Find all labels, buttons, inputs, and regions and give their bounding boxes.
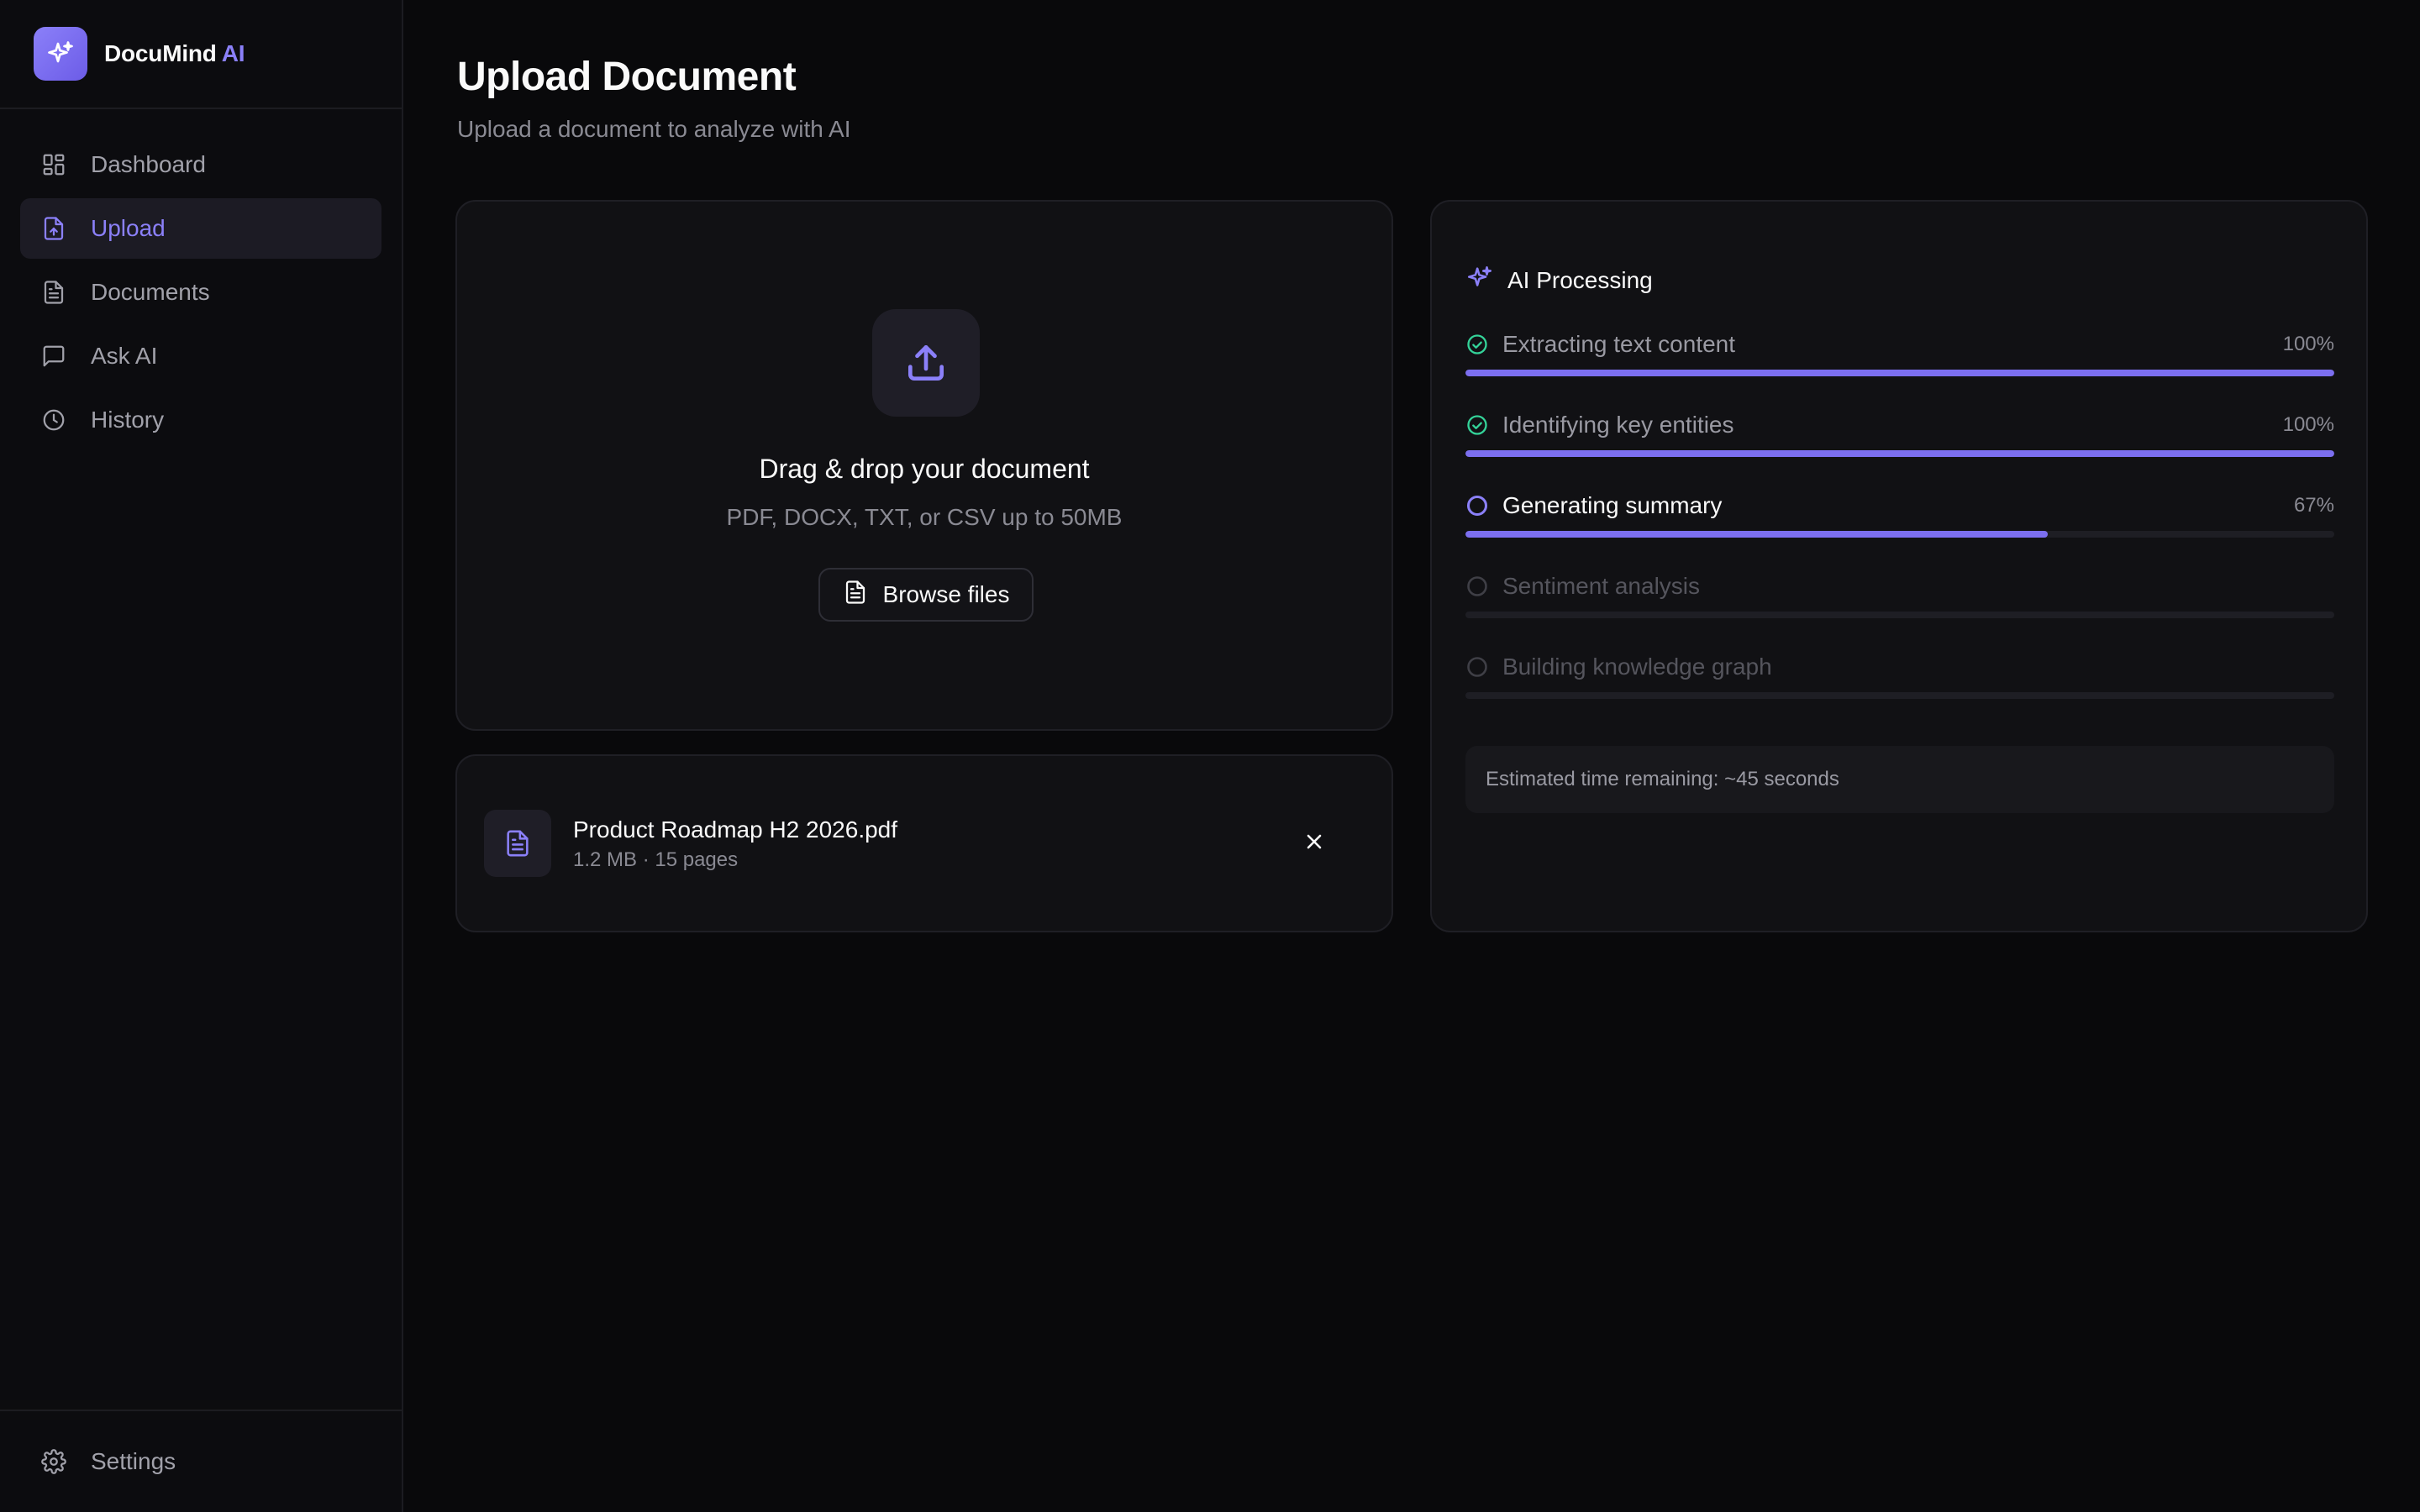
sidebar-item-label: Ask AI xyxy=(91,343,158,369)
progress-bar xyxy=(1465,450,2334,457)
eta-text: Estimated time remaining: ~45 seconds xyxy=(1465,746,2334,813)
dashboard-icon xyxy=(40,151,67,178)
in-progress-circle-icon xyxy=(1465,494,1489,517)
pending-circle-icon xyxy=(1465,655,1489,679)
progress-bar xyxy=(1465,612,2334,618)
dropzone-subtitle: PDF, DOCX, TXT, or CSV up to 50MB xyxy=(726,504,1123,530)
selected-file-card: Product Roadmap H2 2026.pdf 1.2 MB · 15 … xyxy=(455,754,1393,932)
sidebar-footer: Settings xyxy=(0,1410,402,1495)
sidebar-item-upload[interactable]: Upload xyxy=(20,198,381,259)
sidebar-item-ask-ai[interactable]: Ask AI xyxy=(20,326,381,386)
ai-processing-header: AI Processing xyxy=(1465,264,1653,297)
check-circle-icon xyxy=(1465,333,1489,356)
chat-icon xyxy=(40,343,67,370)
file-name: Product Roadmap H2 2026.pdf xyxy=(573,816,898,843)
progress-bar xyxy=(1465,370,2334,376)
step-label: Sentiment analysis xyxy=(1502,573,1701,599)
sidebar-item-label: Upload xyxy=(91,215,166,241)
sidebar-item-settings[interactable]: Settings xyxy=(20,1431,381,1492)
step-percent: 100% xyxy=(2282,333,2334,355)
progress-bar xyxy=(1465,531,2334,538)
sidebar-item-label: History xyxy=(91,407,165,433)
dropzone-title: Drag & drop your document xyxy=(759,454,1090,484)
document-icon xyxy=(40,279,67,306)
sidebar-item-label: Dashboard xyxy=(91,151,206,177)
step-label: Generating summary xyxy=(1502,492,1723,518)
processing-step: Identifying key entities 100% xyxy=(1465,408,2334,459)
document-icon xyxy=(843,580,868,611)
sidebar-item-label: Settings xyxy=(91,1448,176,1474)
sidebar-item-dashboard[interactable]: Dashboard xyxy=(20,134,381,195)
sidebar-item-label: Documents xyxy=(91,279,210,305)
sparkles-icon xyxy=(1465,264,1494,297)
ai-processing-panel: AI Processing Extracting text content 100… xyxy=(1430,200,2368,932)
processing-step: Extracting text content 100% xyxy=(1465,328,2334,378)
progress-bar-fill xyxy=(1465,450,2334,457)
main-content: Upload Document Upload a document to ana… xyxy=(405,0,2420,1512)
processing-step: Sentiment analysis xyxy=(1465,570,2334,620)
remove-file-button[interactable] xyxy=(1297,827,1331,860)
sidebar-item-documents[interactable]: Documents xyxy=(20,262,381,323)
file-meta: 1.2 MB · 15 pages xyxy=(573,848,739,871)
page-subtitle: Upload a document to analyze with AI xyxy=(457,116,851,142)
step-label: Extracting text content xyxy=(1502,331,1736,357)
clock-icon xyxy=(40,407,67,433)
step-percent: 67% xyxy=(2293,494,2334,517)
sidebar-item-history[interactable]: History xyxy=(20,390,381,450)
close-icon xyxy=(1302,830,1326,858)
processing-step: Building knowledge graph xyxy=(1465,650,2334,701)
progress-bar xyxy=(1465,692,2334,699)
sidebar-nav: Dashboard Upload Documents Ask AI Histor… xyxy=(0,0,402,454)
pending-circle-icon xyxy=(1465,575,1489,598)
upload-dropzone[interactable]: Drag & drop your document PDF, DOCX, TXT… xyxy=(455,200,1393,731)
browse-files-button[interactable]: Browse files xyxy=(818,568,1034,622)
sidebar: DocuMind AI Dashboard Upload Documents A… xyxy=(0,0,403,1512)
progress-bar-fill xyxy=(1465,370,2334,376)
progress-bar-fill xyxy=(1465,531,2048,538)
file-upload-icon xyxy=(40,215,67,242)
step-label: Identifying key entities xyxy=(1502,412,1734,438)
processing-step: Generating summary 67% xyxy=(1465,489,2334,539)
upload-icon xyxy=(872,309,980,417)
page-title: Upload Document xyxy=(457,55,797,99)
check-circle-icon xyxy=(1465,413,1489,437)
browse-files-label: Browse files xyxy=(882,581,1010,607)
ai-processing-title: AI Processing xyxy=(1507,266,1653,293)
file-icon xyxy=(484,810,551,877)
gear-icon xyxy=(40,1448,67,1475)
step-percent: 100% xyxy=(2282,413,2334,436)
step-label: Building knowledge graph xyxy=(1502,654,1772,680)
